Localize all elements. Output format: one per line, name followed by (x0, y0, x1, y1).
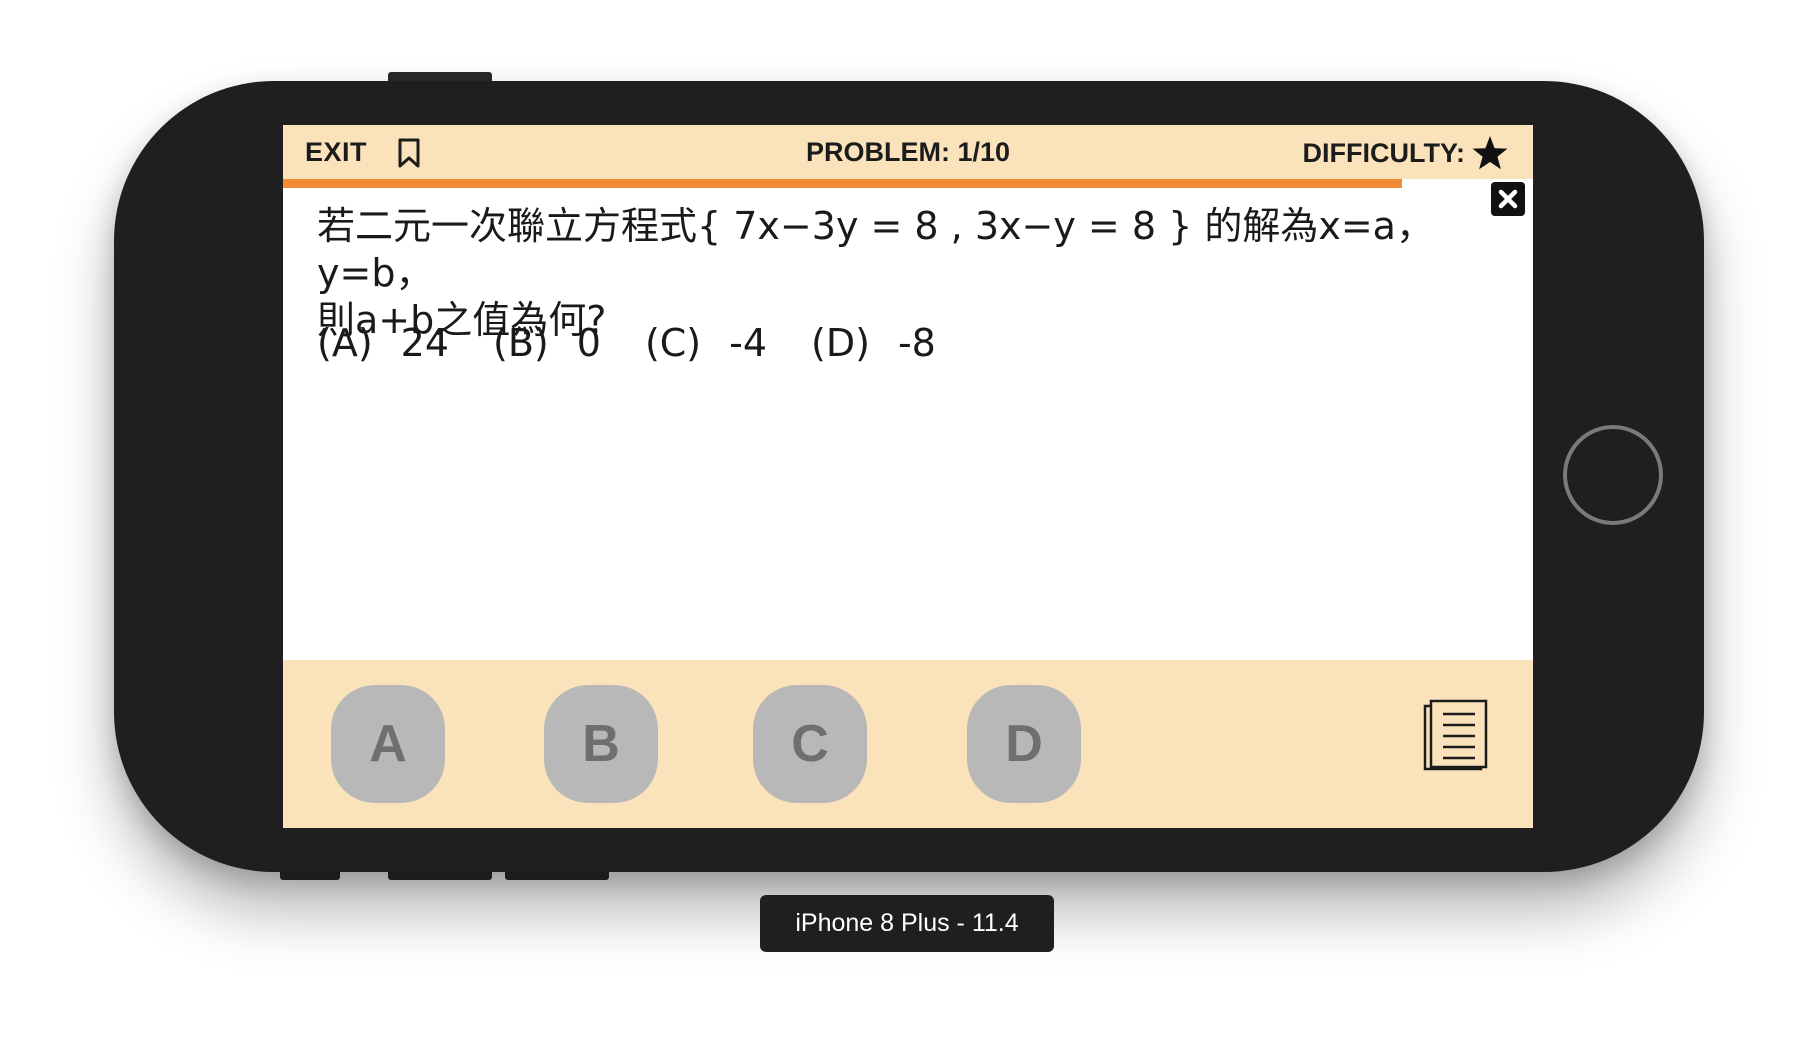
close-icon[interactable] (1491, 182, 1525, 216)
home-button[interactable] (1563, 425, 1663, 525)
option-b: (B) 0 (493, 321, 601, 365)
option-a: (A) 24 (317, 321, 450, 365)
question-line-1: 若二元一次聯立方程式{ 7x−3y = 8 , 3x−y = 8 } 的解為x=… (317, 204, 1434, 295)
option-d: (D) -8 (811, 321, 936, 365)
answer-button-c[interactable]: C (753, 685, 867, 803)
option-c: (C) -4 (644, 321, 768, 365)
progress-bar (283, 179, 1533, 188)
difficulty-indicator: DIFFICULTY: (1303, 135, 1509, 171)
answer-button-a[interactable]: A (331, 685, 445, 803)
answer-bar: A B C D (283, 660, 1533, 828)
progress-bar-fill (283, 179, 1402, 188)
problem-counter: PROBLEM: 1/10 (805, 137, 1011, 167)
answer-button-b[interactable]: B (544, 685, 658, 803)
answer-button-d[interactable]: D (967, 685, 1081, 803)
difficulty-label: DIFFICULTY: (1302, 137, 1465, 168)
app-screen: EXIT PROBLEM: 1/10 DIFFICULTY: 若二元一次聯立方程… (283, 125, 1533, 828)
quiz-header: EXIT PROBLEM: 1/10 DIFFICULTY: (283, 125, 1533, 179)
option-list: (A) 24 (B) 0 (C) -4 (D) -8 (317, 321, 980, 365)
device-label: iPhone 8 Plus - 11.4 (760, 895, 1054, 952)
simulator-stage: EXIT PROBLEM: 1/10 DIFFICULTY: 若二元一次聯立方程… (0, 0, 1814, 1048)
star-icon (1472, 136, 1508, 170)
notes-icon[interactable] (1421, 698, 1489, 772)
